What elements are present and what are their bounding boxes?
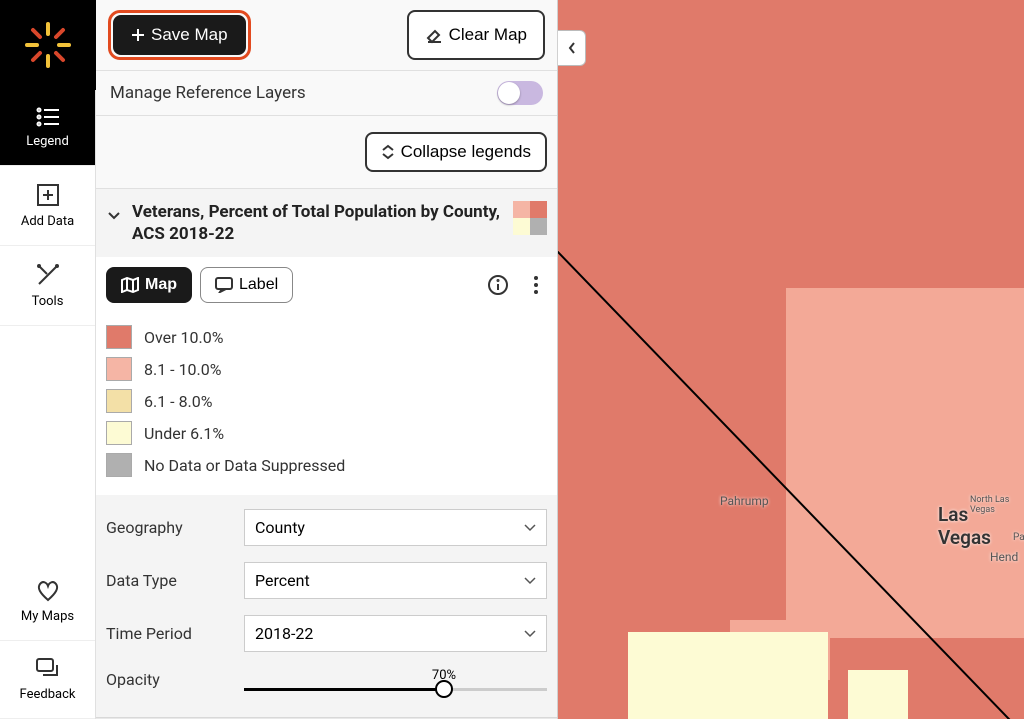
time-period-select[interactable]: 2018-22	[244, 615, 547, 652]
data-type-row: Data Type Percent	[106, 554, 547, 607]
legend-list: Over 10.0% 8.1 - 10.0% 6.1 - 8.0% Under …	[96, 313, 557, 495]
collapse-icon	[381, 144, 395, 160]
tab-map[interactable]: Map	[106, 267, 192, 303]
map-place-label: Paradise	[1013, 532, 1024, 543]
tab-label-label: Label	[239, 276, 278, 294]
swatch	[106, 325, 132, 349]
sidebar-item-feedback[interactable]: Feedback	[0, 641, 95, 719]
swatch	[106, 389, 132, 413]
tab-label[interactable]: Label	[200, 267, 293, 303]
data-type-select[interactable]: Percent	[244, 562, 547, 599]
tab-map-label: Map	[145, 276, 177, 294]
layer-header: Veterans, Percent of Total Population by…	[96, 188, 557, 257]
collapse-legends-button[interactable]: Collapse legends	[365, 132, 547, 172]
map-place-label: Las Vegas	[938, 503, 1024, 549]
panel-toolbar: Save Map Clear Map	[96, 0, 557, 71]
sidebar-item-legend[interactable]: Legend	[0, 90, 95, 166]
geography-select[interactable]: County	[244, 509, 547, 546]
save-map-label: Save Map	[151, 25, 228, 45]
data-type-value: Percent	[255, 571, 310, 590]
sidebar-item-my-maps[interactable]: My Maps	[0, 563, 95, 641]
chevron-down-icon	[524, 577, 536, 585]
eraser-icon	[425, 26, 443, 44]
reference-layers-label: Manage Reference Layers	[110, 83, 306, 103]
panel-collapse-tab[interactable]	[558, 30, 586, 66]
legend-label: Under 6.1%	[144, 424, 224, 443]
map-place-label: Hend	[990, 550, 1018, 564]
heart-icon	[35, 579, 61, 603]
legend-label: 6.1 - 8.0%	[144, 392, 212, 411]
chevron-down-icon	[524, 630, 536, 638]
time-period-row: Time Period 2018-22	[106, 607, 547, 660]
legend-icon	[35, 106, 61, 128]
sidebar: Legend Add Data Tools My Maps	[0, 0, 96, 719]
legend-item: Under 6.1%	[106, 417, 547, 449]
app-logo	[0, 0, 96, 90]
map-region	[628, 632, 828, 719]
collapse-legends-row: Collapse legends	[96, 116, 557, 188]
legend-panel: Save Map Clear Map Manage Reference Laye…	[96, 0, 558, 719]
sidebar-item-label: Add Data	[21, 214, 74, 229]
info-icon[interactable]	[479, 270, 517, 300]
clear-map-label: Clear Map	[449, 25, 527, 45]
opacity-label: Opacity	[106, 670, 234, 689]
kebab-menu-icon[interactable]	[525, 270, 547, 300]
reference-layers-toggle[interactable]	[497, 81, 543, 105]
toggle-knob	[498, 82, 520, 104]
time-period-label: Time Period	[106, 624, 234, 643]
legend-label: No Data or Data Suppressed	[144, 456, 345, 475]
opacity-row: Opacity 70%	[106, 660, 547, 699]
spark-icon	[21, 18, 75, 72]
legend-label: 8.1 - 10.0%	[144, 360, 221, 379]
label-icon	[215, 277, 233, 293]
swatch	[106, 421, 132, 445]
chat-icon	[35, 657, 61, 681]
reference-layers-row: Manage Reference Layers	[96, 71, 557, 116]
map-region	[786, 288, 1024, 638]
add-data-icon	[35, 182, 61, 208]
clear-map-button[interactable]: Clear Map	[407, 10, 545, 60]
layer-title: Veterans, Percent of Total Population by…	[132, 201, 503, 245]
swatch	[106, 357, 132, 381]
geography-row: Geography County	[106, 501, 547, 554]
swatch	[106, 453, 132, 477]
legend-label: Over 10.0%	[144, 328, 223, 347]
sidebar-item-label: Feedback	[20, 687, 76, 702]
save-map-button[interactable]: Save Map	[113, 15, 246, 55]
chevron-left-icon	[567, 41, 577, 55]
sidebar-item-label: Tools	[32, 294, 64, 309]
slider-fill	[244, 688, 447, 691]
slider-track	[244, 688, 547, 691]
data-type-label: Data Type	[106, 571, 234, 590]
layer-tabs-row: Map Label	[96, 257, 557, 313]
sidebar-item-add-data[interactable]: Add Data	[0, 166, 95, 246]
map-place-label: Pahrump	[720, 494, 769, 508]
sidebar-item-tools[interactable]: Tools	[0, 246, 95, 326]
map-region	[848, 670, 908, 719]
slider-thumb[interactable]	[435, 680, 453, 698]
legend-item: Over 10.0%	[106, 321, 547, 353]
chevron-down-icon[interactable]	[106, 207, 122, 223]
plus-icon	[131, 28, 145, 42]
opacity-slider[interactable]: 70%	[244, 668, 547, 691]
legend-item: 6.1 - 8.0%	[106, 385, 547, 417]
sidebar-item-label: Legend	[26, 134, 69, 149]
map-canvas[interactable]: Pahrump North Las Vegas Las Vegas Paradi…	[558, 0, 1024, 719]
collapse-legends-label: Collapse legends	[401, 142, 531, 162]
save-highlight-ring: Save Map	[108, 10, 251, 60]
legend-item: 8.1 - 10.0%	[106, 353, 547, 385]
time-period-value: 2018-22	[255, 624, 313, 643]
layer-controls: Geography County Data Type Percent Time …	[96, 495, 557, 717]
geography-label: Geography	[106, 518, 234, 537]
geography-value: County	[255, 518, 305, 537]
legend-item: No Data or Data Suppressed	[106, 449, 547, 481]
tools-icon	[35, 262, 61, 288]
sidebar-item-label: My Maps	[21, 609, 74, 624]
map-icon	[121, 277, 139, 293]
layer-mini-swatch	[513, 201, 547, 235]
chevron-down-icon	[524, 524, 536, 532]
